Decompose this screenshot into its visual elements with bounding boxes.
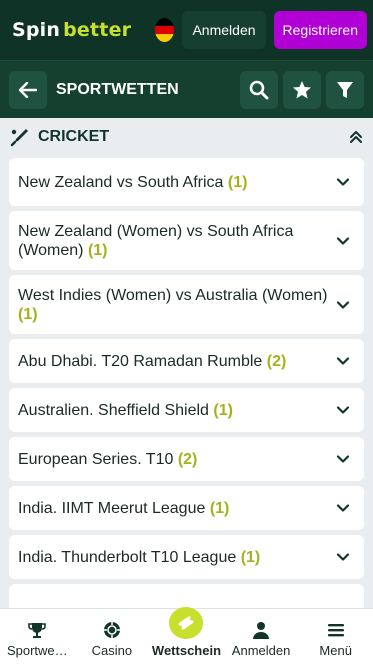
nav-menu[interactable]: Menü	[298, 609, 373, 664]
logo-part-spin: Spin	[12, 19, 61, 41]
league-label: India. Thunderbolt T10 League (1)	[18, 548, 336, 567]
ticket-icon	[179, 616, 194, 630]
section-header: SPORTWETTEN	[0, 60, 373, 118]
league-label: India. IIMT Meerut League (1)	[18, 499, 336, 518]
page-title: SPORTWETTEN	[56, 80, 179, 98]
spinbetter-logo[interactable]: Spin better	[12, 19, 131, 41]
chevron-down-icon	[336, 455, 350, 463]
league-item[interactable]: European Series. T10 (2)	[9, 437, 364, 481]
nav-label: Casino	[91, 643, 133, 658]
nav-casino[interactable]: Casino	[75, 609, 150, 664]
league-label: New Zealand (Women) vs South Africa (Wom…	[18, 222, 336, 260]
bet-slip-bubble	[169, 607, 204, 639]
germany-flag-icon[interactable]	[155, 18, 175, 42]
league-label: Abu Dhabi. T20 Ramadan Rumble (2)	[18, 352, 336, 371]
favorites-button[interactable]	[283, 70, 321, 109]
nav-label: Menü	[319, 643, 352, 658]
league-name: Abu Dhabi. T20 Ramadan Rumble	[18, 352, 263, 370]
chevron-down-icon	[336, 300, 350, 309]
league-item[interactable]: Abu Dhabi. T20 Ramadan Rumble (2)	[9, 339, 364, 383]
nav-label: Sportwe…	[6, 643, 68, 658]
casino-chip-icon	[103, 622, 120, 638]
sport-title: CRICKET	[38, 128, 110, 145]
league-name: New Zealand (Women) vs South Africa (Wom…	[18, 222, 294, 259]
chevron-down-icon	[336, 357, 350, 365]
chevron-down-icon	[336, 553, 350, 561]
cricket-bat-icon	[10, 129, 28, 147]
league-list: New Zealand vs South Africa (1) New Zeal…	[0, 156, 373, 628]
league-item[interactable]: Australien. Sheffield Shield (1)	[9, 388, 364, 432]
menu-icon	[327, 624, 344, 637]
chevron-down-icon	[336, 504, 350, 512]
filter-icon	[337, 81, 353, 98]
login-button[interactable]: Anmelden	[182, 11, 266, 49]
sport-header[interactable]: CRICKET	[0, 118, 373, 156]
register-button[interactable]: Registrieren	[273, 11, 367, 49]
event-count: (1)	[18, 305, 38, 323]
filter-button[interactable]	[326, 70, 364, 109]
event-count: (1)	[87, 241, 108, 259]
bottom-nav: Sportwe… Casino Wettschein Anmelden Menü	[0, 607, 373, 664]
league-item[interactable]: New Zealand vs South Africa (1)	[9, 158, 364, 206]
star-icon	[293, 80, 311, 98]
user-icon	[253, 622, 270, 639]
chevron-down-icon	[336, 406, 350, 414]
event-count: (1)	[213, 401, 233, 419]
league-name: Australien. Sheffield Shield	[18, 401, 209, 419]
chevron-down-icon	[336, 178, 350, 186]
top-header: Spin better Anmelden Registrieren	[0, 0, 373, 60]
league-name: India. Thunderbolt T10 League	[18, 548, 237, 566]
search-button[interactable]	[240, 70, 278, 109]
league-item[interactable]: India. IIMT Meerut League (1)	[9, 486, 364, 530]
nav-label: Anmelden	[231, 643, 291, 658]
event-count: (2)	[177, 450, 198, 468]
back-button[interactable]	[9, 70, 47, 109]
league-item[interactable]: India. Thunderbolt T10 League (1)	[9, 535, 364, 579]
league-name: West Indies (Women) vs Australia (Women)	[18, 286, 328, 304]
chevron-down-icon	[336, 236, 350, 245]
league-name: New Zealand vs South Africa	[18, 173, 224, 191]
league-label: Australien. Sheffield Shield (1)	[18, 401, 336, 420]
league-label: European Series. T10 (2)	[18, 450, 336, 469]
nav-label: Wettschein	[151, 643, 222, 658]
league-label: New Zealand vs South Africa (1)	[18, 173, 336, 192]
event-count: (2)	[266, 352, 287, 370]
event-count: (1)	[209, 499, 230, 517]
league-label: West Indies (Women) vs Australia (Women)…	[18, 286, 336, 324]
nav-sportwetten[interactable]: Sportwe…	[0, 609, 75, 664]
league-name: India. IIMT Meerut League	[18, 499, 206, 517]
league-item[interactable]: West Indies (Women) vs Australia (Women)…	[9, 275, 364, 334]
logo-part-better: better	[63, 19, 132, 41]
double-chevron-up-icon[interactable]	[349, 130, 363, 144]
event-count: (1)	[227, 173, 248, 191]
trophy-icon	[28, 623, 47, 638]
nav-anmelden[interactable]: Anmelden	[224, 609, 299, 664]
nav-wettschein[interactable]: Wettschein	[149, 607, 224, 664]
league-item[interactable]: New Zealand (Women) vs South Africa (Wom…	[9, 211, 364, 270]
league-name: European Series. T10	[18, 450, 174, 468]
search-icon	[249, 80, 269, 99]
arrow-left-icon	[19, 81, 37, 98]
event-count: (1)	[240, 548, 261, 566]
